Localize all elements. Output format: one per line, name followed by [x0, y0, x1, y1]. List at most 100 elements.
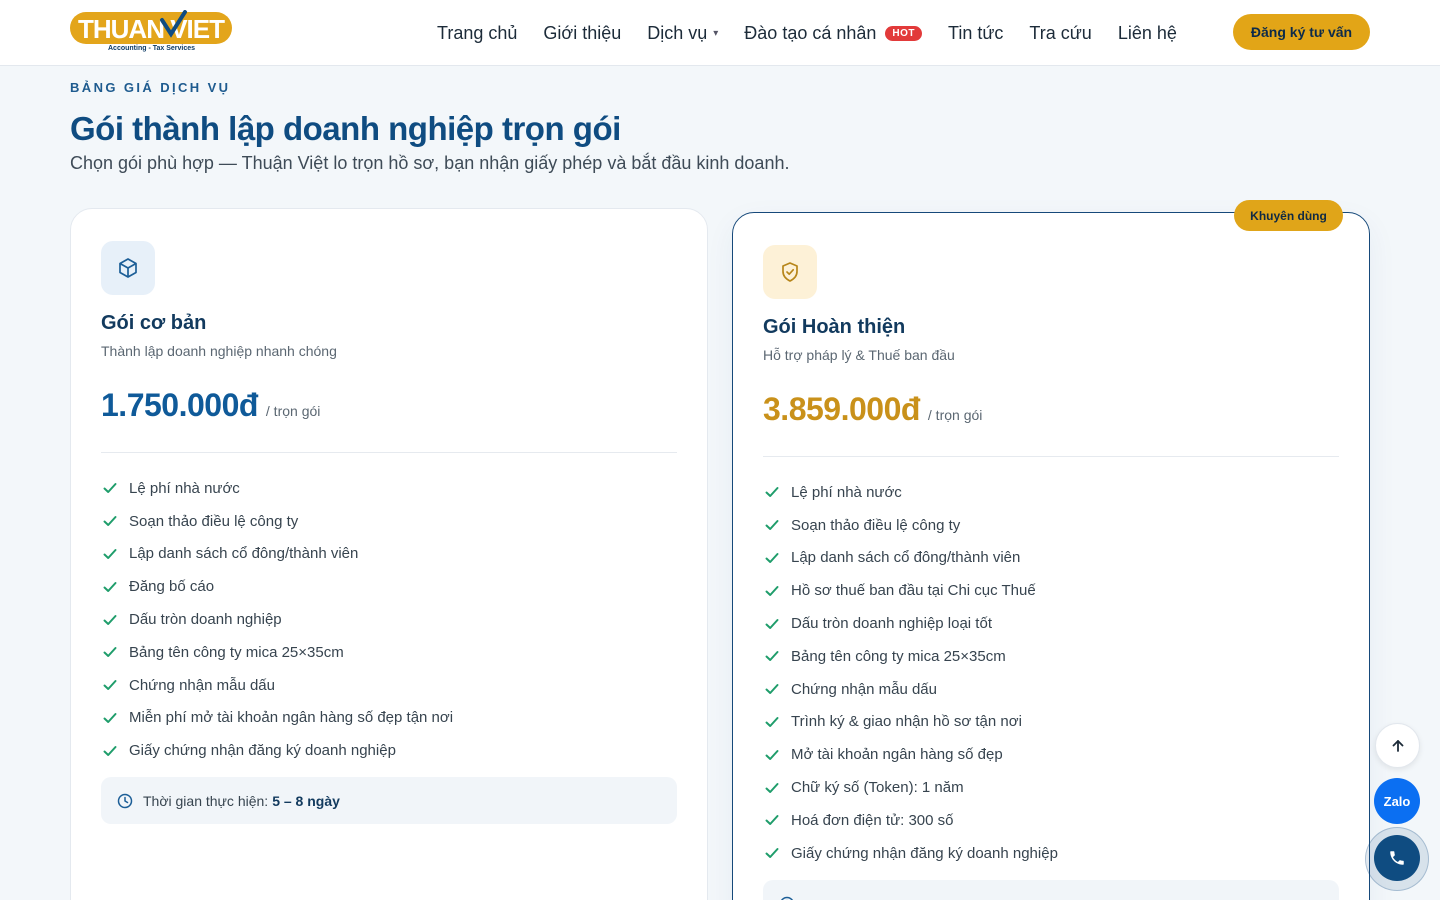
feature-list: Lệ phí nhà nước Soạn thảo điều lệ công ty… — [101, 472, 453, 767]
check-icon — [763, 516, 781, 534]
nav-item-home[interactable]: Trang chủ — [437, 23, 517, 44]
check-icon — [763, 811, 781, 829]
feature-text: Mở tài khoản ngân hàng số đẹp — [791, 746, 1003, 764]
feature-item: Mở tài khoản ngân hàng số đẹp — [763, 738, 1058, 771]
scroll-to-top-button[interactable] — [1375, 723, 1420, 768]
nav-item-label: Giới thiệu — [543, 22, 622, 43]
duration-box: Thời gian thực hiện: 5 – 8 ngày — [101, 777, 677, 824]
feature-text: Dấu tròn doanh nghiệp loại tốt — [791, 615, 992, 633]
recommended-badge: Khuyên dùng — [1234, 200, 1343, 231]
feature-item: Dấu tròn doanh nghiệp loại tốt — [763, 607, 1058, 640]
nav-item-label: Đào tạo cá nhân — [744, 22, 877, 43]
phone-icon — [1390, 851, 1404, 865]
feature-text: Soạn thảo điều lệ công ty — [129, 512, 299, 530]
clock-icon — [780, 896, 794, 900]
feature-text: Chữ ký số (Token): 1 năm — [791, 779, 964, 797]
check-icon — [101, 611, 119, 629]
plan-icon-wrap — [763, 245, 817, 299]
feature-item: Lập danh sách cổ đông/thành viên — [101, 538, 453, 571]
plan-price: 3.859.000đ — [763, 391, 920, 427]
duration-box — [763, 880, 1339, 900]
feature-text: Bảng tên công ty mica 25×35cm — [129, 643, 344, 661]
feature-item: Bảng tên công ty mica 25×35cm — [101, 636, 453, 669]
check-icon — [763, 746, 781, 764]
plan-price-row: 1.750.000đ / trọn gói — [101, 387, 320, 424]
plan-price-row: 3.859.000đ / trọn gói — [763, 391, 982, 428]
plan-name: Gói Hoàn thiện — [763, 316, 906, 338]
plan-price-unit: / trọn gói — [265, 403, 321, 419]
feature-text: Lệ phí nhà nước — [129, 479, 240, 497]
feature-item: Chữ ký số (Token): 1 năm — [763, 771, 1058, 804]
shield-check-icon — [782, 262, 798, 282]
feature-text: Lập danh sách cổ đông/thành viên — [129, 545, 359, 563]
check-icon — [101, 479, 119, 497]
zalo-chat-button[interactable]: Zalo — [1374, 778, 1420, 824]
plan-description: Hỗ trợ pháp lý & Thuế ban đầu — [763, 347, 955, 363]
check-icon — [101, 742, 119, 760]
feature-text: Miễn phí mở tài khoản ngân hàng số đẹp t… — [129, 709, 454, 727]
call-button[interactable] — [1374, 835, 1420, 881]
check-icon — [101, 643, 119, 661]
feature-item: Chứng nhận mẫu dấu — [101, 669, 453, 702]
check-icon — [101, 512, 119, 530]
hot-badge: HOT — [885, 25, 923, 41]
feature-item: Lập danh sách cổ đông/thành viên — [763, 542, 1058, 575]
feature-item: Miễn phí mở tài khoản ngân hàng số đẹp t… — [101, 702, 453, 735]
nav-item-label: Tra cứu — [1029, 22, 1092, 43]
check-icon — [763, 844, 781, 862]
nav-item-about[interactable]: Giới thiệu — [543, 23, 621, 44]
plan-card-full: Gói Hoàn thiện Hỗ trợ pháp lý & Thuế ban… — [732, 212, 1370, 900]
divider — [101, 452, 677, 453]
nav-item-contact[interactable]: Liên hệ — [1118, 23, 1177, 44]
feature-item: Hoá đơn điện tử: 300 số — [763, 804, 1058, 837]
check-icon — [763, 680, 781, 698]
plan-description: Thành lập doanh nghiệp nhanh chóng — [101, 343, 337, 359]
plan-price-unit: / trọn gói — [927, 407, 983, 423]
feature-text: Đăng bố cáo — [129, 578, 215, 596]
duration-value: 5 – 8 ngày — [272, 792, 340, 809]
logo-check-mark-icon — [160, 10, 187, 38]
feature-item: Dấu tròn doanh nghiệp — [101, 603, 453, 636]
nav-item-training[interactable]: Đào tạo cá nhân HOT — [744, 22, 923, 44]
feature-text: Hồ sơ thuế ban đầu tại Chi cục Thuế — [791, 582, 1036, 600]
nav-item-label: Trang chủ — [437, 22, 518, 43]
register-consult-button[interactable]: Đăng ký tư vấn — [1233, 14, 1370, 50]
check-icon — [763, 549, 781, 567]
feature-text: Trình ký & giao nhận hồ sơ tận nơi — [791, 713, 1022, 731]
feature-text: Hoá đơn điện tử: 300 số — [791, 811, 954, 829]
arrow-up-icon — [1392, 739, 1403, 752]
feature-text: Dấu tròn doanh nghiệp — [129, 611, 282, 629]
feature-item: Chứng nhận mẫu dấu — [763, 673, 1058, 706]
feature-text: Lệ phí nhà nước — [791, 483, 902, 501]
plan-name: Gói cơ bản — [101, 312, 207, 334]
feature-text: Chứng nhận mẫu dấu — [791, 680, 937, 698]
check-icon — [101, 709, 119, 727]
feature-list: Lệ phí nhà nước Soạn thảo điều lệ công ty… — [763, 476, 1058, 870]
main-nav: Trang chủ Giới thiệu Dịch vụ ▾ Đào tạo cá… — [437, 0, 1203, 66]
feature-item: Hồ sơ thuế ban đầu tại Chi cục Thuế — [763, 574, 1058, 607]
section-eyebrow: BẢNG GIÁ DỊCH VỤ — [70, 80, 231, 95]
feature-item: Bảng tên công ty mica 25×35cm — [763, 640, 1058, 673]
box-icon — [119, 258, 137, 278]
feature-item: Trình ký & giao nhận hồ sơ tận nơi — [763, 706, 1058, 739]
duration-label: Thời gian thực hiện: — [143, 792, 269, 809]
nav-item-label: Tin tức — [948, 22, 1004, 43]
check-icon — [101, 578, 119, 596]
logo-text: THUAN VIET — [78, 14, 225, 44]
feature-text: Soạn thảo điều lệ công ty — [791, 516, 961, 534]
nav-item-lookup[interactable]: Tra cứu — [1029, 23, 1091, 44]
feature-text: Giấy chứng nhận đăng ký doanh nghiệp — [129, 742, 396, 760]
logo[interactable]: THUAN VIET Accounting - Tax Services — [70, 10, 234, 56]
check-icon — [763, 582, 781, 600]
check-icon — [763, 713, 781, 731]
check-icon — [763, 483, 781, 501]
feature-item: Lệ phí nhà nước — [763, 476, 1058, 509]
feature-item: Soạn thảo điều lệ công ty — [763, 509, 1058, 542]
divider — [763, 456, 1339, 457]
nav-item-label: Dịch vụ — [647, 22, 708, 43]
plan-card-basic: Gói cơ bản Thành lập doanh nghiệp nhanh … — [70, 208, 708, 900]
page-title: Gói thành lập doanh nghiệp trọn gói — [70, 110, 621, 147]
nav-item-services[interactable]: Dịch vụ ▾ — [647, 23, 718, 44]
logo-tagline: Accounting - Tax Services — [108, 45, 196, 52]
nav-item-news[interactable]: Tin tức — [948, 23, 1003, 44]
